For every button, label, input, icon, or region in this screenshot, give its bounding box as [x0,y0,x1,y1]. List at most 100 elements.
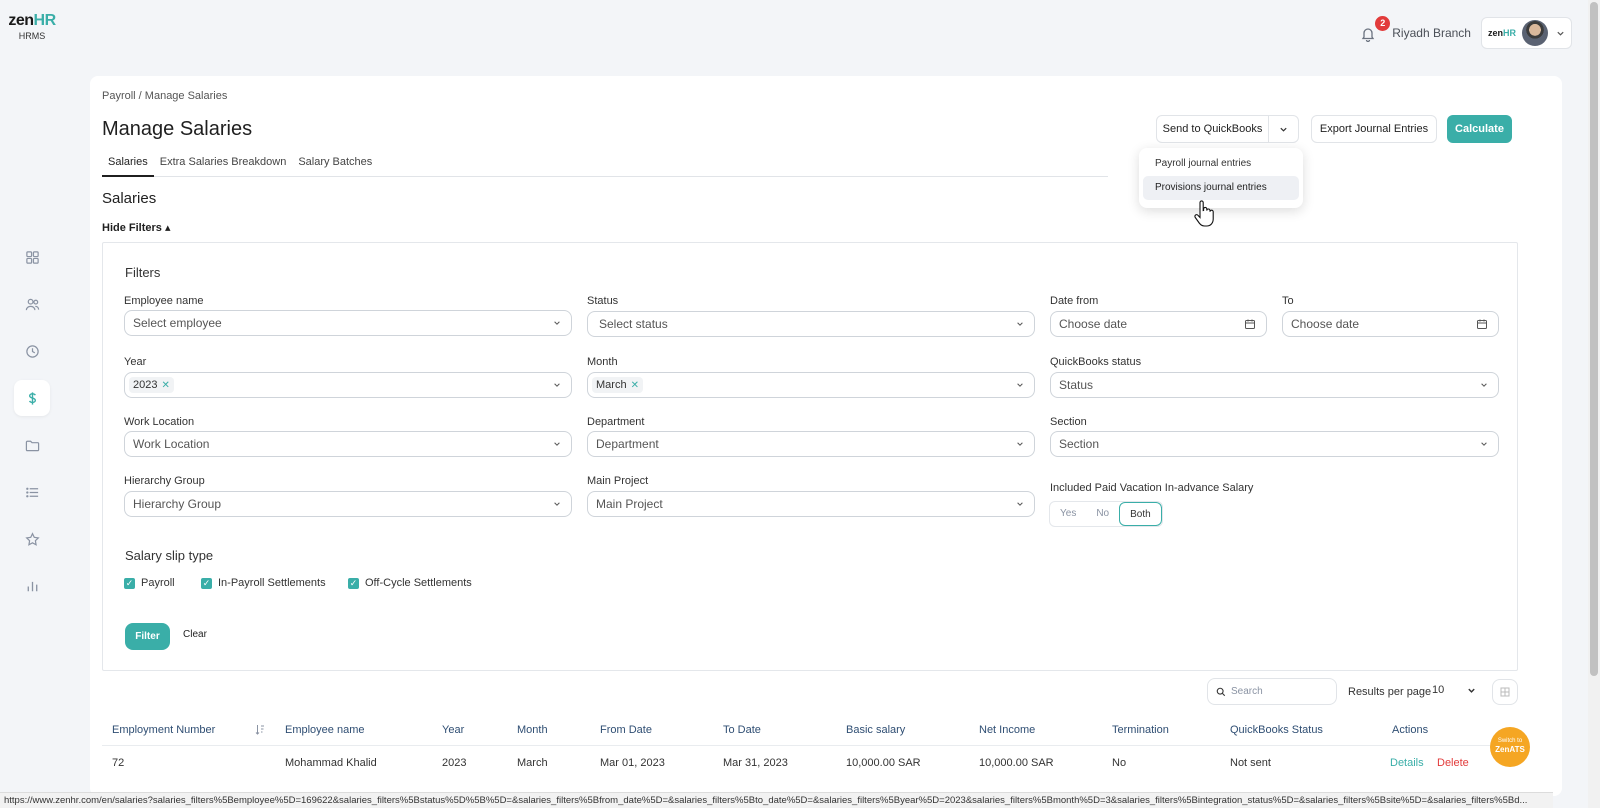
section-select[interactable]: Section [1050,431,1499,457]
hand-cursor-icon [1194,200,1214,227]
main-project-select[interactable]: Main Project [587,491,1035,517]
send-to-quickbooks-button[interactable]: Send to QuickBooks [1156,115,1269,143]
quickbooks-status-placeholder: Status [1059,378,1094,392]
cell-employee-name: Mohammad Khalid [285,757,377,769]
chevron-down-icon [1017,322,1023,326]
month-select[interactable]: March ✕ [587,372,1035,398]
results-per-page-select[interactable]: 10 [1432,684,1482,696]
year-chip-label: 2023 [133,379,158,391]
sidebar-item-requests[interactable] [14,474,50,510]
results-per-page-value: 10 [1432,684,1445,696]
browser-status-url: https://www.zenhr.com/en/salaries?salari… [0,792,1553,808]
checkbox-in-payroll-settlements[interactable]: ✓ In-Payroll Settlements [201,577,326,589]
status-select[interactable]: Select status [587,311,1035,337]
column-from-date[interactable]: From Date [600,724,652,736]
menu-item-payroll-journal-entries[interactable]: Payroll journal entries [1143,152,1299,176]
main-project-label: Main Project [587,475,649,487]
check-icon: ✓ [201,577,212,589]
sidebar-item-reports[interactable] [14,568,50,604]
date-from-input[interactable]: Choose date [1050,311,1267,337]
work-location-select[interactable]: Work Location [124,431,572,457]
section-placeholder: Section [1059,437,1100,451]
switch-to-zenats-button[interactable]: Switch to ZenATS [1490,727,1530,767]
quickbooks-status-select[interactable]: Status [1050,372,1499,398]
month-label: Month [587,356,618,368]
remove-icon[interactable]: ✕ [631,380,639,391]
page-scrollbar[interactable] [1588,0,1600,808]
grid-icon [25,250,39,264]
column-to-date[interactable]: To Date [723,724,761,736]
notification-count-badge: 2 [1375,16,1391,31]
column-year[interactable]: Year [442,724,464,736]
export-journal-entries-button[interactable]: Export Journal Entries [1311,115,1437,143]
checkbox-label: Payroll [141,577,175,589]
details-link[interactable]: Details [1390,757,1424,769]
chevron-down-icon [1481,442,1487,446]
date-from-placeholder: Choose date [1059,317,1128,331]
month-chip[interactable]: March ✕ [592,377,643,393]
to-label: To [1282,295,1294,307]
switch-label: Switch to [1497,738,1523,744]
column-net-income[interactable]: Net Income [979,724,1035,736]
status-select-placeholder: Select status [599,317,668,331]
notifications-button[interactable]: 2 [1360,16,1391,44]
department-select[interactable]: Department [587,431,1035,457]
column-employee-name[interactable]: Employee name [285,724,365,736]
checkbox-off-cycle-settlements[interactable]: ✓ Off-Cycle Settlements [348,577,472,589]
hierarchy-group-select[interactable]: Hierarchy Group [124,491,572,517]
main-card: Payroll / Manage Salaries Manage Salarie… [90,76,1562,796]
employee-select-placeholder: Select employee [133,316,222,330]
option-no[interactable]: No [1086,502,1119,526]
checkbox-payroll[interactable]: ✓ Payroll [124,577,175,589]
chevron-down-icon [1557,31,1564,36]
clear-button[interactable]: Clear [183,629,207,640]
sidebar-item-dashboard[interactable] [14,239,50,275]
scrollbar-thumb[interactable] [1590,2,1598,676]
filter-button[interactable]: Filter [125,623,170,650]
chevron-down-icon [1017,502,1023,506]
column-settings-button[interactable] [1492,679,1518,705]
column-termination[interactable]: Termination [1112,724,1169,736]
zenhr-logo[interactable]: zenHR HRMS [8,12,56,41]
menu-item-provisions-journal-entries[interactable]: Provisions journal entries [1143,176,1299,200]
cell-to-date: Mar 31, 2023 [723,757,788,769]
sidebar-item-documents[interactable] [14,427,50,463]
employee-select[interactable]: Select employee [124,310,572,336]
check-icon: ✓ [124,577,135,589]
remove-icon[interactable]: ✕ [161,380,169,391]
delete-link[interactable]: Delete [1437,757,1469,769]
column-employment-number[interactable]: Employment Number [112,724,215,736]
chevron-down-icon [1017,442,1023,446]
column-month[interactable]: Month [517,724,548,736]
tab-salary-batches[interactable]: Salary Batches [292,156,378,177]
table-search-input[interactable]: Search [1207,678,1337,705]
calculate-button[interactable]: Calculate [1447,115,1512,143]
logo-subtitle: HRMS [18,31,46,41]
section-label: Section [1050,416,1087,428]
sidebar-item-performance[interactable] [14,521,50,557]
sidebar-item-payroll[interactable] [14,380,50,416]
option-both[interactable]: Both [1119,502,1162,526]
user-menu[interactable]: zenHR [1480,17,1572,49]
year-chip[interactable]: 2023 ✕ [129,377,174,393]
tabs: Salaries Extra Salaries Breakdown Salary… [102,156,1108,177]
hide-filters-toggle[interactable]: Hide Filters ▴ [102,221,170,234]
sidebar-item-employees[interactable] [14,286,50,322]
columns-icon [1500,687,1510,697]
logo-wordmark: zenHR [8,12,56,29]
sort-icon[interactable] [255,724,265,735]
quickbooks-dropdown-toggle[interactable] [1268,115,1299,143]
tab-salaries[interactable]: Salaries [102,156,154,177]
tab-extra-salaries-breakdown[interactable]: Extra Salaries Breakdown [154,156,293,177]
year-select[interactable]: 2023 ✕ [124,372,572,398]
column-quickbooks-status[interactable]: QuickBooks Status [1230,724,1323,736]
date-to-input[interactable]: Choose date [1282,311,1499,337]
branch-selector[interactable]: Riyadh Branch [1392,26,1471,40]
option-yes[interactable]: Yes [1050,502,1086,526]
sidebar-item-attendance[interactable] [14,333,50,369]
date-to-placeholder: Choose date [1291,317,1360,331]
checkbox-label: In-Payroll Settlements [218,577,326,589]
paid-vacation-label: Included Paid Vacation In-advance Salary [1050,482,1254,494]
column-basic-salary[interactable]: Basic salary [846,724,905,736]
cell-month: March [517,757,548,769]
